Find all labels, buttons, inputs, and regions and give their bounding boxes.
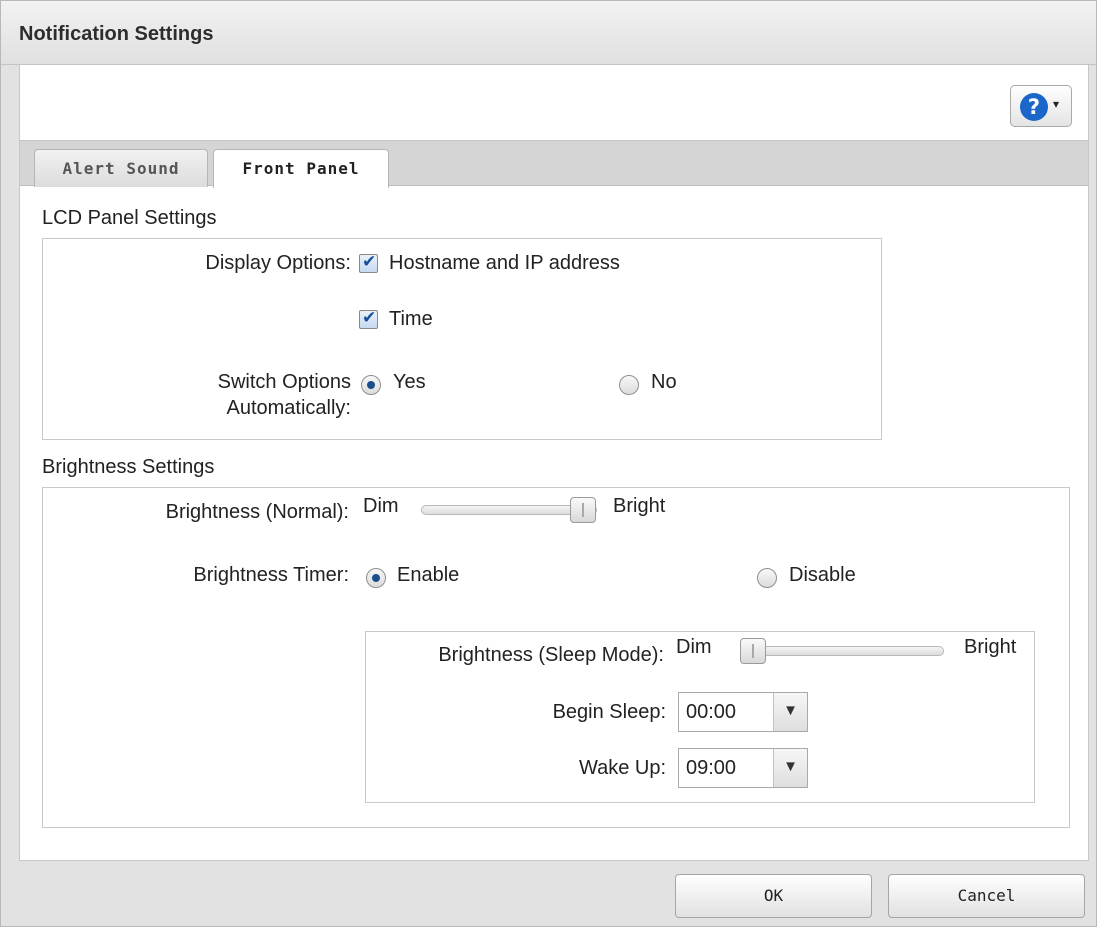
timer-enable-label[interactable]: Enable xyxy=(397,562,459,588)
timer-disable-label[interactable]: Disable xyxy=(789,562,856,588)
display-options-label: Display Options: xyxy=(205,252,351,274)
notification-settings-dialog: Notification Settings ? ▾ Alert Sound Fr… xyxy=(0,0,1097,927)
begin-sleep-value: 00:00 xyxy=(686,701,737,723)
time-checkbox[interactable]: ✔ xyxy=(359,308,378,329)
help-button[interactable]: ? ▾ xyxy=(1010,85,1072,127)
tab-alert-sound[interactable]: Alert Sound xyxy=(34,149,208,187)
begin-sleep-select[interactable]: 00:00 ▼ xyxy=(678,692,808,732)
switch-yes-radio[interactable] xyxy=(361,375,381,395)
brightness-sleep-label: Brightness (Sleep Mode): xyxy=(438,644,664,666)
switch-options-label-line1: Switch Options xyxy=(217,371,351,393)
brightness-section-title: Brightness Settings xyxy=(42,456,215,478)
begin-sleep-label: Begin Sleep: xyxy=(552,701,666,723)
dialog-content: ? ▾ Alert Sound Front Panel LCD Panel Se… xyxy=(19,65,1089,861)
chevron-down-icon: ▾ xyxy=(1053,97,1060,111)
brightness-sleep-slider-track[interactable] xyxy=(740,646,944,656)
brightness-normal-dim-label: Dim xyxy=(363,495,399,517)
brightness-sleep-dim-label: Dim xyxy=(676,636,712,658)
brightness-normal-bright-label: Bright xyxy=(613,495,666,517)
hostname-checkbox-label[interactable]: Hostname and IP address xyxy=(389,250,620,276)
brightness-settings-group: Brightness (Normal): Dim Bright Brightne… xyxy=(42,487,1070,828)
timer-disable-radio[interactable] xyxy=(757,568,777,588)
switch-options-label-line2: Automatically: xyxy=(226,397,352,419)
title-bar: Notification Settings xyxy=(1,1,1096,65)
brightness-normal-slider-thumb[interactable] xyxy=(570,497,596,523)
chevron-down-icon: ▼ xyxy=(773,749,807,787)
wake-up-label: Wake Up: xyxy=(578,757,666,779)
hostname-checkbox[interactable]: ✔ xyxy=(359,252,378,273)
switch-no-label[interactable]: No xyxy=(651,369,677,395)
brightness-sleep-bright-label: Bright xyxy=(964,636,1017,658)
chevron-down-icon: ▼ xyxy=(773,693,807,731)
lcd-section-title: LCD Panel Settings xyxy=(42,207,217,229)
brightness-timer-label: Brightness Timer: xyxy=(193,564,349,586)
ok-button[interactable]: OK xyxy=(675,874,872,918)
switch-yes-label[interactable]: Yes xyxy=(393,369,426,395)
brightness-normal-label: Brightness (Normal): xyxy=(165,501,349,523)
dialog-title: Notification Settings xyxy=(19,23,214,45)
help-icon: ? xyxy=(1020,93,1048,121)
wake-up-select[interactable]: 09:00 ▼ xyxy=(678,748,808,788)
sleep-mode-group: Brightness (Sleep Mode): Dim Bright Begi… xyxy=(365,631,1035,803)
brightness-sleep-slider-thumb[interactable] xyxy=(740,638,766,664)
checkmark-icon: ✔ xyxy=(362,308,377,328)
tab-front-panel[interactable]: Front Panel xyxy=(213,149,389,188)
cancel-button[interactable]: Cancel xyxy=(888,874,1085,918)
wake-up-value: 09:00 xyxy=(686,757,737,779)
tab-bar: Alert Sound Front Panel xyxy=(20,140,1088,188)
switch-no-radio[interactable] xyxy=(619,375,639,395)
lcd-settings-group: Display Options: ✔ Hostname and IP addre… xyxy=(42,238,882,440)
timer-enable-radio[interactable] xyxy=(366,568,386,588)
checkmark-icon: ✔ xyxy=(362,252,377,272)
time-checkbox-label[interactable]: Time xyxy=(389,306,433,332)
